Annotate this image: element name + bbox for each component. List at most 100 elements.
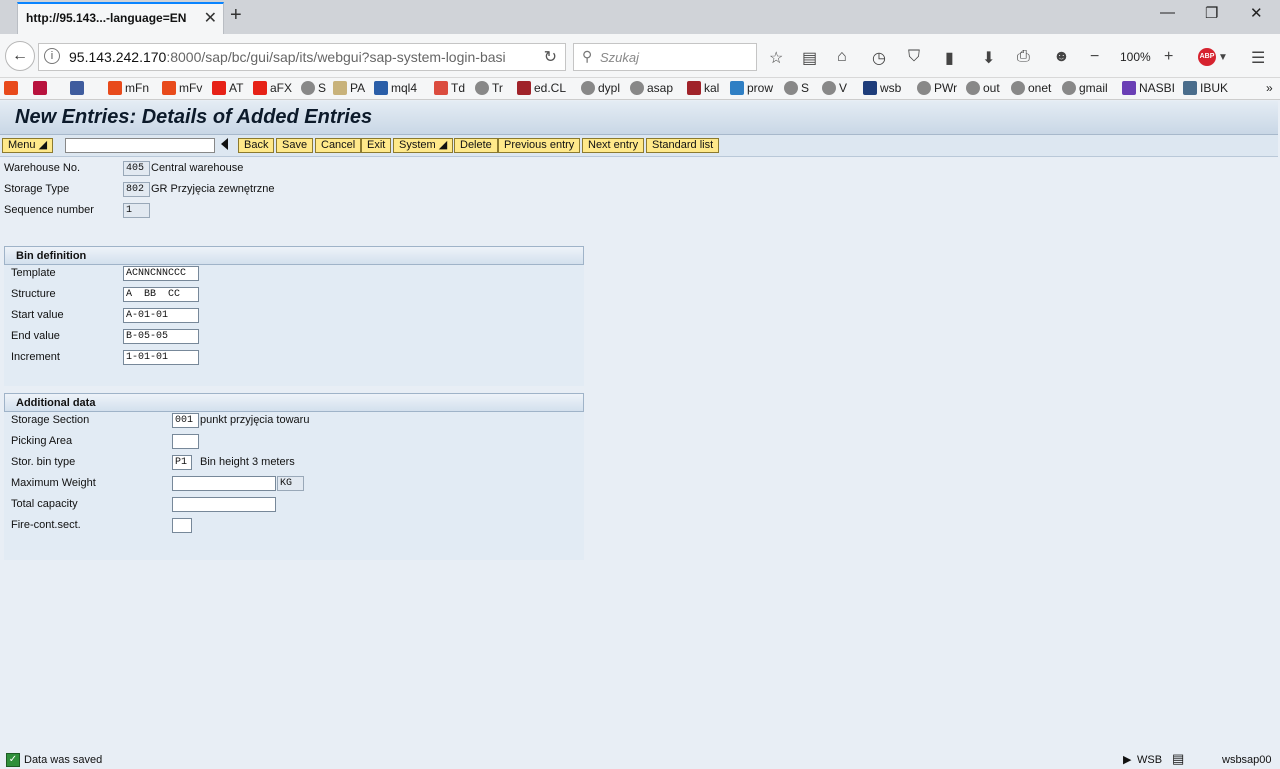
delete-button[interactable]: Delete: [454, 138, 498, 153]
cancel-button[interactable]: Cancel: [315, 138, 362, 153]
back-button[interactable]: Back: [238, 138, 275, 153]
bookmark-afx[interactable]: aFX: [253, 81, 292, 95]
bookmark-favicon-icon: [863, 81, 877, 95]
bookmark-mfn[interactable]: mFn: [108, 81, 149, 95]
status-expand-icon[interactable]: ▶: [1123, 753, 1131, 766]
search-bar[interactable]: ⚲ Szukaj: [573, 43, 757, 71]
bookmark-ibuk[interactable]: IBUK: [1183, 81, 1228, 95]
globe-icon: [581, 81, 595, 95]
print-icon[interactable]: ⎙: [1017, 48, 1030, 66]
sequence-number-label: Sequence number: [4, 204, 94, 216]
globe-icon: [784, 81, 798, 95]
bookmark-m1[interactable]: [4, 81, 21, 95]
hamburger-menu-icon[interactable]: ☰: [1251, 48, 1265, 68]
system-info-icon[interactable]: ▤: [1172, 751, 1184, 767]
bookmark-tr[interactable]: Tr: [475, 81, 503, 95]
server-name: wsbsap00: [1222, 754, 1272, 766]
warehouse-description: Central warehouse: [151, 162, 244, 174]
more-bookmarks-icon[interactable]: »: [1266, 81, 1273, 95]
bookmark-m2[interactable]: [33, 81, 50, 95]
storage-section-label: Storage Section: [11, 414, 90, 426]
system-button[interactable]: System ◢: [393, 138, 454, 153]
back-arrow-icon[interactable]: ←: [5, 41, 35, 71]
bin-definition-title: Bin definition: [16, 250, 87, 262]
bookmark-asap[interactable]: asap: [630, 81, 673, 95]
sap-title-bar: New Entries: Details of Added Entries: [0, 101, 1278, 135]
zoom-in-icon[interactable]: +: [1164, 48, 1173, 66]
youtube-icon: [253, 81, 267, 95]
template-input[interactable]: ACNNCNNCCC: [123, 266, 199, 281]
command-field[interactable]: [65, 138, 215, 153]
start-value-input[interactable]: A-01-01: [123, 308, 199, 323]
bookmark-edcl[interactable]: ed.CL: [517, 81, 566, 95]
bookmark-ifi[interactable]: [70, 81, 87, 95]
bookmark-td[interactable]: Td: [434, 81, 465, 95]
download-icon[interactable]: ⬇: [982, 48, 995, 68]
bookmark-mfv[interactable]: mFv: [162, 81, 202, 95]
command-expand-icon[interactable]: [221, 138, 228, 150]
bookmark-prow[interactable]: prow: [730, 81, 773, 95]
home-icon[interactable]: ⌂: [837, 48, 847, 66]
bookmark-s2[interactable]: S: [784, 81, 809, 95]
zoom-level[interactable]: 100%: [1120, 50, 1151, 64]
bookmark-at[interactable]: AT: [212, 81, 243, 95]
next-entry-button[interactable]: Next entry: [582, 138, 645, 153]
bin-type-input[interactable]: P1: [172, 455, 192, 470]
minimize-icon[interactable]: —: [1160, 4, 1175, 21]
bookmark-kal[interactable]: kal: [687, 81, 719, 95]
adblock-icon[interactable]: ABP: [1198, 48, 1216, 66]
browser-nav-bar: ← i 95.143.242.170:8000/sap/bc/gui/sap/i…: [0, 34, 1280, 78]
zoom-out-icon[interactable]: −: [1090, 48, 1099, 66]
menu-button[interactable]: Menu ◢: [2, 138, 54, 153]
bookmark-nasbi[interactable]: NASBI: [1122, 81, 1175, 95]
graduation-cap-icon: [374, 81, 388, 95]
bookmark-wsb[interactable]: wsb: [863, 81, 901, 95]
url-path: :8000/sap/bc/gui/sap/its/webgui?sap-syst…: [166, 49, 506, 65]
adblock-dropdown-icon[interactable]: ▼: [1218, 52, 1228, 63]
bookmark-mql4[interactable]: mql4: [374, 81, 417, 95]
bookmark-dypl[interactable]: dypl: [581, 81, 620, 95]
browser-tab-bar: http://95.143...-language=EN ✕ + — ❐ ✕: [0, 0, 1280, 34]
url-bar[interactable]: i 95.143.242.170:8000/sap/bc/gui/sap/its…: [38, 43, 566, 71]
bookmark-star-icon[interactable]: ☆: [769, 48, 783, 68]
browser-tab[interactable]: http://95.143...-language=EN ✕: [17, 2, 224, 34]
history-icon[interactable]: ◷: [872, 48, 886, 68]
sequence-number-field: 1: [123, 203, 150, 218]
globe-icon: [475, 81, 489, 95]
bookmark-s1[interactable]: S: [301, 81, 326, 95]
increment-input[interactable]: 1-01-01: [123, 350, 199, 365]
bookmark-pwr[interactable]: PWr: [917, 81, 957, 95]
bookmark-out[interactable]: out: [966, 81, 1000, 95]
fire-section-input[interactable]: [172, 518, 192, 533]
pocket-icon[interactable]: ⛉: [908, 48, 920, 66]
structure-input[interactable]: A BB CC: [123, 287, 199, 302]
increment-label: Increment: [11, 351, 60, 363]
info-icon[interactable]: i: [44, 48, 60, 64]
bookmark-v[interactable]: V: [822, 81, 847, 95]
max-weight-input[interactable]: [172, 476, 276, 491]
storage-section-input[interactable]: 001: [172, 413, 199, 428]
previous-entry-button[interactable]: Previous entry: [498, 138, 581, 153]
globe-icon: [630, 81, 644, 95]
close-tab-icon[interactable]: ✕: [204, 8, 217, 28]
new-tab-icon[interactable]: +: [230, 4, 242, 27]
picking-area-input[interactable]: [172, 434, 199, 449]
total-capacity-input[interactable]: [172, 497, 276, 512]
reading-list-icon[interactable]: ▤: [802, 48, 817, 68]
bookmark-pa[interactable]: PA: [333, 81, 365, 95]
save-button[interactable]: Save: [276, 138, 314, 153]
standard-list-button[interactable]: Standard list: [646, 138, 720, 153]
bookmark-gmail[interactable]: gmail: [1062, 81, 1108, 95]
close-window-icon[interactable]: ✕: [1250, 4, 1263, 22]
todoist-icon: [434, 81, 448, 95]
bookmark-onet[interactable]: onet: [1011, 81, 1051, 95]
exit-button[interactable]: Exit: [361, 138, 392, 153]
restore-icon[interactable]: ❐: [1205, 4, 1218, 22]
url-text[interactable]: 95.143.242.170:8000/sap/bc/gui/sap/its/w…: [69, 49, 506, 65]
end-value-input[interactable]: B-05-05: [123, 329, 199, 344]
page-icon[interactable]: ▮: [945, 48, 954, 68]
status-bar: ✓ Data was saved ▶ WSB ▤ wsbsap00: [0, 750, 1280, 769]
start-value-label: Start value: [11, 309, 64, 321]
reload-icon[interactable]: ↻: [544, 47, 557, 67]
chat-icon[interactable]: ☻: [1053, 48, 1070, 66]
